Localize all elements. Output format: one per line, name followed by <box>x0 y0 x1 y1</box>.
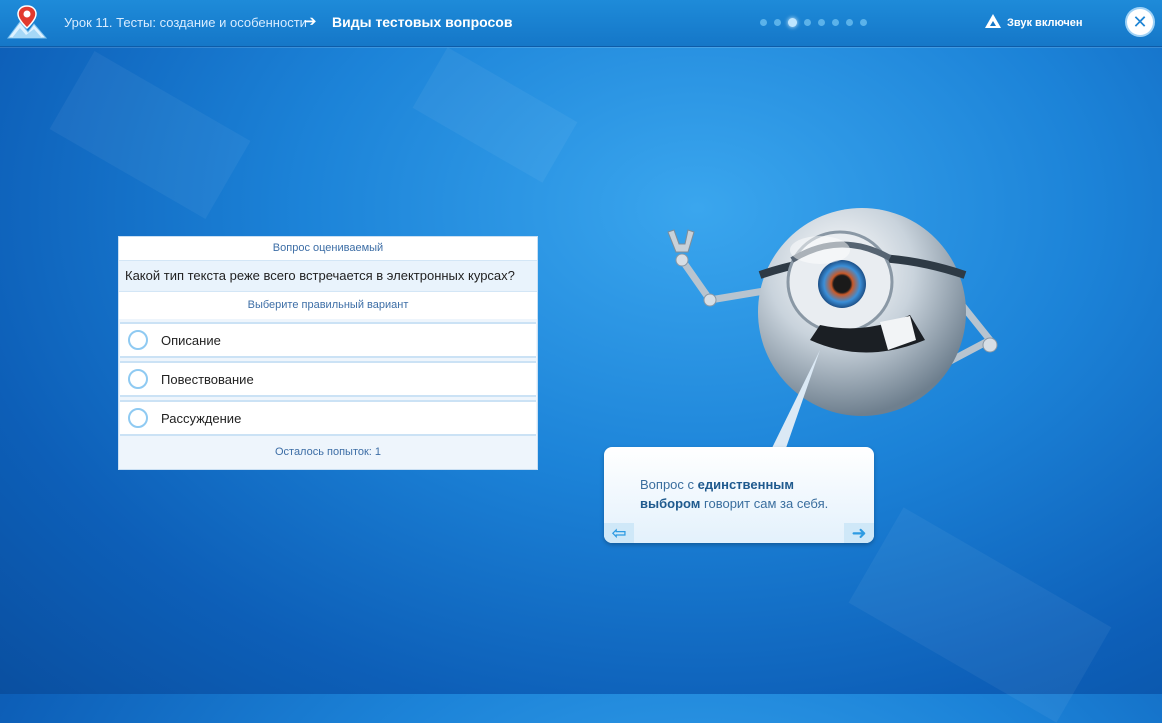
speech-text-before: Вопрос с <box>640 477 698 492</box>
speech-card: Вопрос с единственным выбором говорит са… <box>604 447 874 543</box>
speech-text: Вопрос с единственным выбором говорит са… <box>640 475 855 513</box>
background-shard <box>412 47 578 183</box>
attempts-remaining: Осталось попыток: 1 <box>274 446 382 458</box>
robot-mascot-illustration <box>667 208 998 416</box>
breadcrumb: Урок 11. Тесты: создание и особенности <box>64 15 307 30</box>
speech-text-after: говорит сам за себя. <box>700 496 829 511</box>
previous-arrow-button[interactable]: ⇦ <box>604 523 634 543</box>
answer-option-label: Описание <box>161 332 221 348</box>
progress-dot[interactable] <box>818 19 825 26</box>
close-button[interactable]: ✕ <box>1127 9 1153 35</box>
page-title: Виды тестовых вопросов <box>332 14 513 30</box>
question-type-label: Вопрос оцениваемый <box>119 237 537 260</box>
radio-button[interactable] <box>128 369 148 389</box>
answer-option[interactable]: Рассуждение <box>120 400 536 436</box>
sound-toggle[interactable]: Звук включен <box>984 13 1083 32</box>
answer-option-label: Повествование <box>161 371 254 387</box>
speech-pointer <box>772 350 820 448</box>
sound-label: Звук включен <box>1007 16 1083 29</box>
background-shard <box>848 507 1112 723</box>
progress-dot[interactable] <box>846 19 853 26</box>
answer-option[interactable]: Описание <box>120 322 536 358</box>
background-shard <box>49 51 251 219</box>
breadcrumb-arrow-icon: ➔ <box>304 13 317 30</box>
progress-dots <box>760 18 867 27</box>
progress-dot[interactable] <box>860 19 867 26</box>
next-arrow-button[interactable]: ➜ <box>844 523 874 543</box>
progress-dot[interactable] <box>788 18 797 27</box>
radio-button[interactable] <box>128 330 148 350</box>
question-hint: Выберите правильный вариант <box>119 292 537 319</box>
progress-dot[interactable] <box>774 19 781 26</box>
progress-dot[interactable] <box>760 19 767 26</box>
quiz-panel: Вопрос оцениваемый Какой тип текста реже… <box>118 236 538 470</box>
map-logo-icon[interactable] <box>6 4 48 40</box>
progress-dot[interactable] <box>832 19 839 26</box>
top-bar: Урок 11. Тесты: создание и особенности ➔… <box>0 0 1162 47</box>
progress-dot[interactable] <box>804 19 811 26</box>
sound-icon <box>984 13 1002 32</box>
answer-option-label: Рассуждение <box>161 410 242 426</box>
radio-button[interactable] <box>128 408 148 428</box>
answer-option[interactable]: Повествование <box>120 361 536 397</box>
question-text: Какой тип текста реже всего встречается … <box>119 260 537 292</box>
